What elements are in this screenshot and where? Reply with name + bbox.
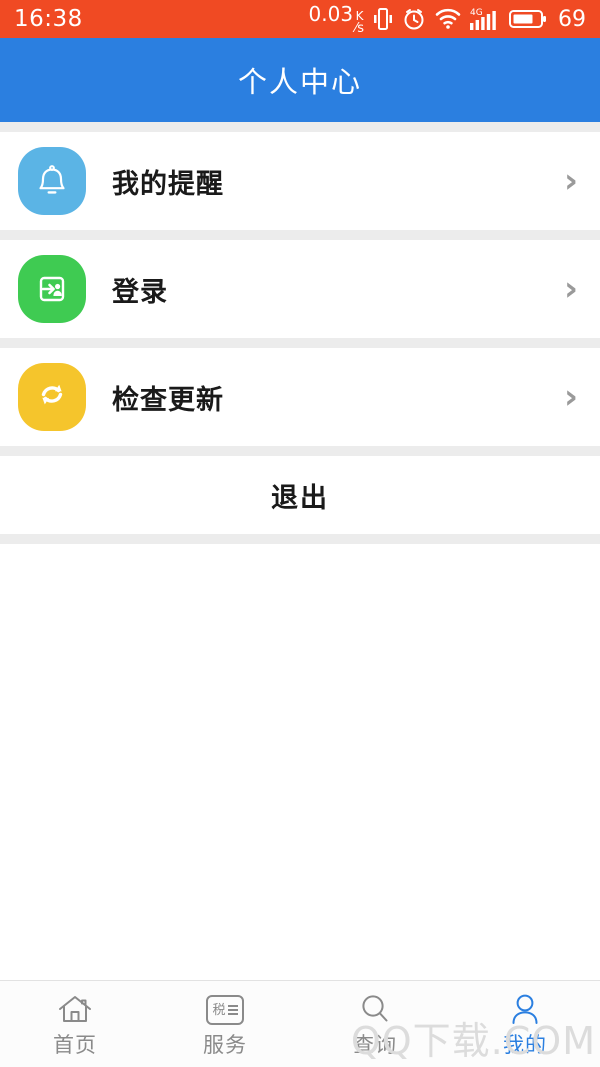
battery-icon	[509, 8, 547, 30]
network-speed-value: 0.03	[308, 2, 354, 26]
refresh-icon	[18, 363, 86, 431]
list-divider	[0, 446, 600, 456]
vibrate-icon	[373, 7, 393, 31]
list-item-my-reminders[interactable]: 我的提醒 ›	[0, 132, 600, 230]
nav-tab-label: 查询	[353, 1033, 397, 1057]
alarm-icon	[402, 7, 426, 31]
list-divider	[0, 122, 600, 132]
chevron-right-icon[interactable]: ›	[564, 272, 578, 306]
nav-tab-label: 服务	[203, 1033, 247, 1057]
search-icon	[358, 989, 392, 1025]
list-item-label: 检查更新	[112, 384, 224, 416]
status-bar: 16:38 0.03 K ⁄s 4G 69	[0, 0, 600, 38]
status-bar-clock: 16:38	[14, 6, 83, 32]
list-divider	[0, 338, 600, 348]
svg-text:4G: 4G	[470, 8, 483, 18]
tax-card-text: 税	[212, 1002, 226, 1018]
nav-tab-service[interactable]: 税 服务	[150, 981, 300, 1067]
bell-icon	[18, 147, 86, 215]
empty-content-area	[0, 544, 600, 994]
battery-percentage: 69	[558, 6, 586, 32]
app-header: 个人中心	[0, 38, 600, 122]
bottom-navigation-bar: 首页 税 服务 查询 我的	[0, 980, 600, 1067]
logout-button[interactable]: 退出	[0, 456, 600, 534]
list-item-label: 我的提醒	[112, 168, 224, 200]
list-item-label: 登录	[112, 276, 168, 308]
tax-card-lines-icon	[227, 1005, 238, 1015]
nav-tab-label: 首页	[53, 1033, 97, 1057]
network-speed-unit: K ⁄s	[355, 10, 364, 35]
nav-tab-mine[interactable]: 我的	[450, 981, 600, 1067]
page-title: 个人中心	[237, 65, 362, 99]
wifi-icon	[435, 8, 461, 30]
page-body: 我的提醒 › 登录 › 检查更新 › 退出	[0, 122, 600, 994]
nav-tab-query[interactable]: 查询	[300, 981, 450, 1067]
signal-4g-icon: 4G	[470, 6, 500, 32]
list-divider	[0, 230, 600, 240]
status-bar-indicators: 0.03 K ⁄s 4G 69	[309, 2, 586, 36]
list-item-check-update[interactable]: 检查更新 ›	[0, 348, 600, 446]
network-speed-unit-denominator: ⁄s	[355, 21, 364, 36]
tax-card-icon: 税	[206, 989, 244, 1025]
person-icon	[508, 989, 542, 1025]
chevron-right-icon[interactable]: ›	[564, 380, 578, 414]
nav-tab-label: 我的	[503, 1033, 547, 1057]
tax-card-box: 税	[206, 995, 244, 1025]
nav-tab-home[interactable]: 首页	[0, 981, 150, 1067]
login-person-icon	[18, 255, 86, 323]
home-icon	[57, 989, 93, 1025]
list-item-login[interactable]: 登录 ›	[0, 240, 600, 338]
list-divider	[0, 534, 600, 544]
logout-label: 退出	[271, 482, 329, 514]
chevron-right-icon[interactable]: ›	[564, 164, 578, 198]
network-speed-indicator: 0.03 K ⁄s	[309, 2, 364, 36]
